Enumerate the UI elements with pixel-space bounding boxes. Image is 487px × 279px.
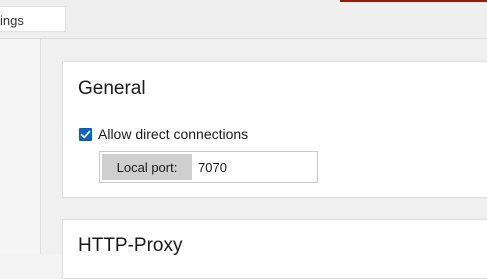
top-edge-strip [340,0,487,2]
allow-direct-connections-checkbox[interactable] [79,127,92,141]
http-proxy-section: HTTP-Proxy [62,219,487,279]
allow-direct-connections-label: Allow direct connections [98,126,249,142]
local-port-input[interactable] [198,159,308,175]
tab-bar: ings [0,0,487,39]
allow-direct-connections-row[interactable]: Allow direct connections [79,125,248,143]
local-port-label: Local port: [102,154,192,180]
general-title: General [78,78,146,99]
general-section: General Allow direct connections Local p… [62,61,487,198]
checkmark-icon [80,130,91,138]
tab-settings[interactable]: ings [0,6,66,32]
local-port-field: Local port: [99,151,318,183]
tab-settings-label: ings [0,13,24,28]
sidebar [0,39,41,254]
